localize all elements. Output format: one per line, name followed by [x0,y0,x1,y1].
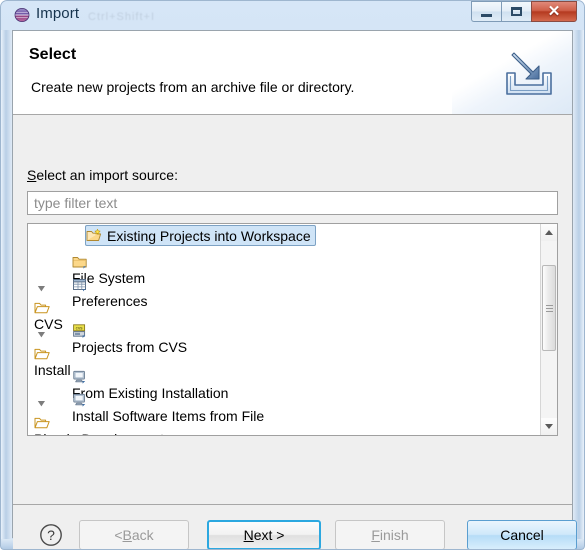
svg-text:?: ? [47,527,55,543]
tree-expand-triangle-icon[interactable] [34,392,48,415]
window-frame-left [1,30,12,548]
next-mnemonic: N [243,527,254,543]
finish-button[interactable]: Finish [335,520,445,550]
import-dialog-window: Import Ctrl+Shift+I ✕ Select Create new … [0,0,585,550]
tree-twisty-spacer [72,300,86,323]
finish-label-post: inish [379,527,409,543]
back-mnemonic: B [122,527,132,543]
open-folder-star-icon [86,228,102,244]
window-title: Import [36,5,80,22]
source-label-mnemonic: S [27,167,37,183]
scrollbar-grip-icon [545,303,553,314]
tree-item[interactable]: Preferences [28,270,540,308]
scrollbar-thumb[interactable] [542,265,556,351]
tree-item-label: Existing Projects into Workspace [107,227,311,244]
svg-text:cvs: cvs [76,326,84,331]
import-source-tree[interactable]: Existing Projects into Workspace File Sys… [27,223,558,436]
tree-expand-triangle-icon[interactable] [34,277,48,300]
back-label-pre: < [114,527,123,543]
close-button[interactable]: ✕ [531,1,577,22]
tree-scrollbar[interactable] [540,224,557,435]
scroll-down-icon [545,424,553,429]
maximize-icon [511,7,522,16]
tree-item-content: Plug-in Development [28,392,164,435]
preferences-grid-icon [72,277,88,293]
wizard-header: Select Create new projects from an archi… [13,31,572,115]
open-folder-icon [34,415,50,431]
eclipse-globe-icon [14,7,30,23]
next-label-post: ext > [253,527,285,543]
next-button[interactable]: Next > [207,520,321,550]
cvs-projects-icon: cvs [72,323,88,339]
tree-twisty-spacer [72,254,86,277]
tree-twisty-spacer [72,369,86,392]
tree-item-label: Plug-in Development [34,431,164,435]
tree-list[interactable]: Existing Projects into Workspace File Sys… [28,224,540,435]
button-bar: ? < Back Next > Finish Cancel [13,505,577,550]
tree-item[interactable]: Plug-in Development [28,401,540,435]
window-controls: ✕ [471,1,577,23]
tree-item-content: Existing Projects into Workspace [28,224,311,247]
dialog-client: Select Create new projects from an archi… [12,30,577,550]
cancel-label: Cancel [500,527,544,543]
maximize-button[interactable] [501,1,531,22]
import-source-label: Select an import source: [27,167,178,183]
minimize-button[interactable] [471,1,501,22]
cancel-button[interactable]: Cancel [467,520,577,550]
close-icon: ✕ [547,3,561,20]
dialog-body: Select an import source: Existing Projec… [13,115,577,550]
window-frame-right [573,30,584,548]
scroll-up-icon [545,230,553,235]
source-label-rest: elect an import source: [36,167,178,183]
tree-twisty-spacer [72,224,86,247]
page-title: Select [29,46,77,63]
help-button[interactable]: ? [39,523,63,547]
scrollbar-track[interactable] [541,241,557,418]
filter-input[interactable] [27,191,558,215]
scroll-down-button[interactable] [541,418,557,435]
import-tray-arrow-icon [500,43,558,101]
tree-item[interactable]: cvs Projects from CVS [28,316,540,354]
tree-expand-triangle-icon[interactable] [34,323,48,346]
minimize-icon [481,13,492,17]
tree-item[interactable]: Existing Projects into Workspace [28,224,540,247]
page-description: Create new projects from an archive file… [31,79,355,95]
title-bar[interactable]: Import Ctrl+Shift+I ✕ [0,0,585,30]
finish-mnemonic: F [371,527,380,543]
scroll-up-button[interactable] [541,224,557,241]
tree-twisty-spacer [72,346,86,369]
title-ghost-text: Ctrl+Shift+I [88,11,156,23]
back-label-post: ack [131,527,154,543]
back-button[interactable]: < Back [79,520,189,550]
